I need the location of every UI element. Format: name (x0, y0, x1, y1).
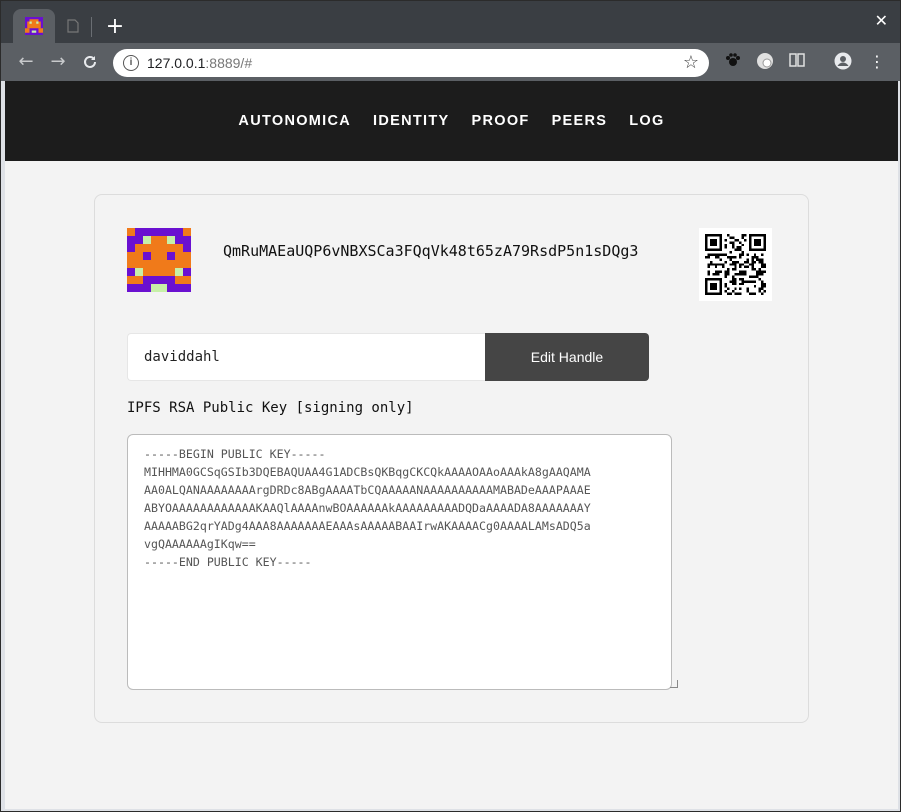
info-icon[interactable]: i (123, 55, 139, 71)
nav-peers[interactable]: PEERS (552, 113, 608, 129)
extension-paw-icon[interactable] (723, 52, 743, 72)
tab-blank[interactable] (59, 13, 87, 39)
browser-window: + ✕ ← → i 127.0.0.1:8889/# ☆ ⋮ AUTONOMIC… (0, 0, 901, 812)
profile-icon[interactable] (833, 52, 853, 72)
resize-handle-icon[interactable] (670, 680, 678, 688)
public-key-textarea[interactable]: -----BEGIN PUBLIC KEY----- MIHHMA0GCSqGS… (127, 434, 672, 690)
reader-mode-icon[interactable] (787, 52, 807, 72)
page-content: AUTONOMICA IDENTITY PROOF PEERS LOG QmRu… (5, 81, 898, 809)
star-icon[interactable]: ☆ (683, 52, 699, 73)
favicon-icon (25, 17, 43, 35)
arrow-left-icon[interactable]: ← (15, 51, 37, 73)
avatar (127, 228, 191, 292)
nav-log[interactable]: LOG (629, 113, 664, 129)
handle-input[interactable]: daviddahl (127, 333, 485, 381)
tab-strip: + ✕ (1, 1, 900, 43)
new-tab-button[interactable]: + (101, 13, 129, 41)
identity-card: QmRuMAEaUQP6vNBXSCa3FQqVk48t65zA79RsdP5n… (94, 194, 809, 723)
arrow-right-icon[interactable]: → (47, 51, 69, 73)
url-text[interactable]: 127.0.0.1:8889/# (147, 55, 252, 71)
page-icon (67, 19, 79, 33)
nav-identity[interactable]: IDENTITY (373, 113, 449, 129)
menu-kebab-icon[interactable]: ⋮ (867, 52, 887, 72)
nav-proof[interactable]: PROOF (472, 113, 530, 129)
close-icon[interactable]: ✕ (875, 11, 888, 30)
top-navigation: AUTONOMICA IDENTITY PROOF PEERS LOG (5, 81, 898, 161)
edit-handle-button[interactable]: Edit Handle (485, 333, 649, 381)
address-bar[interactable]: i 127.0.0.1:8889/# ☆ (113, 49, 709, 77)
public-key-label: IPFS RSA Public Key [signing only] (127, 400, 414, 416)
tab-autonomica[interactable] (13, 9, 55, 43)
browser-toolbar: ← → i 127.0.0.1:8889/# ☆ ⋮ (1, 43, 900, 81)
reload-icon[interactable] (79, 51, 101, 73)
extension-circle-icon[interactable] (755, 52, 775, 72)
nav-autonomica[interactable]: AUTONOMICA (238, 113, 351, 129)
tab-separator (91, 17, 92, 37)
qr-code (699, 228, 772, 301)
handle-form: daviddahl Edit Handle (127, 333, 649, 381)
peer-id: QmRuMAEaUQP6vNBXSCa3FQqVk48t65zA79RsdP5n… (223, 242, 639, 260)
